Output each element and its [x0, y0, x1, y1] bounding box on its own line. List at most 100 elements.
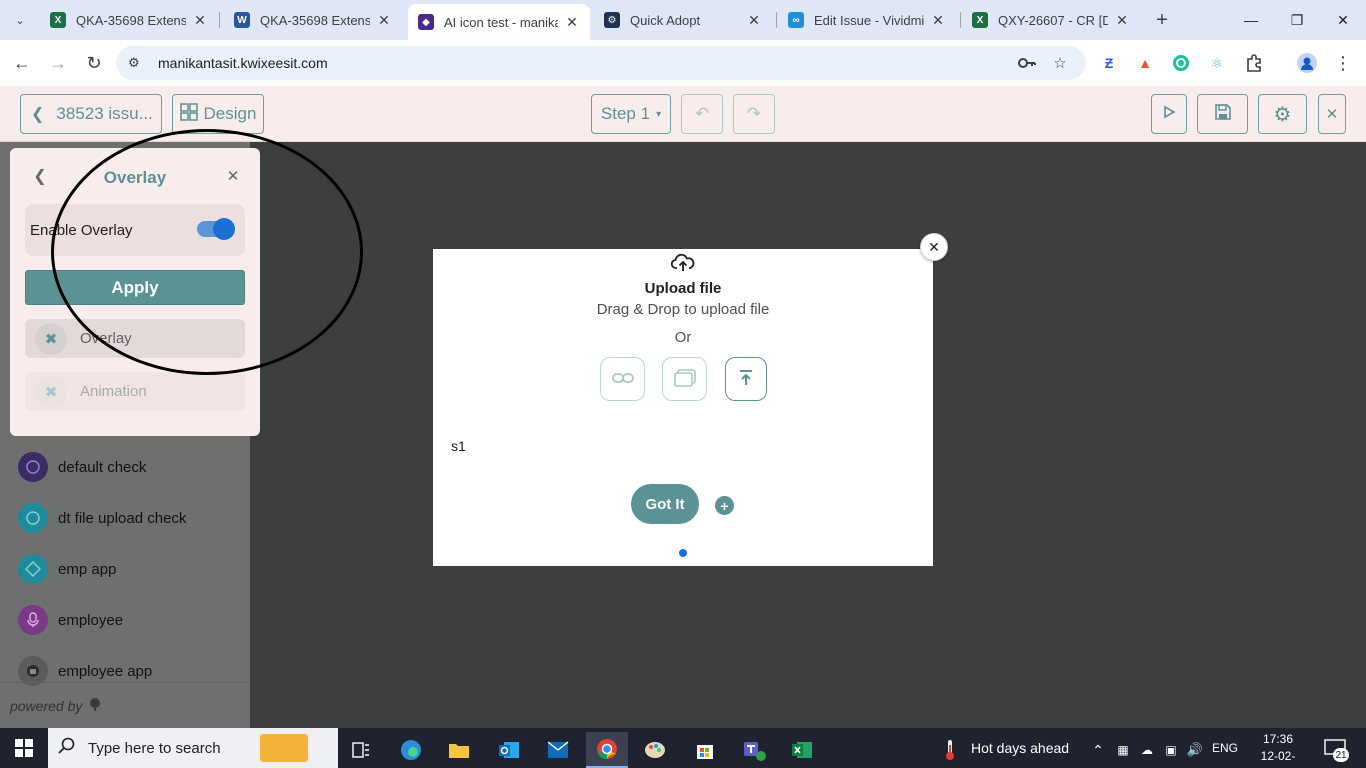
forward-arrow-icon[interactable]: → — [44, 49, 72, 77]
outlook-icon[interactable] — [488, 732, 530, 768]
enable-overlay-toggle[interactable] — [197, 218, 235, 240]
new-tab-button[interactable]: + — [1150, 8, 1174, 32]
menu-item-overlay[interactable]: ✖ Overlay — [25, 319, 245, 358]
microsoft-store-icon[interactable] — [684, 732, 726, 768]
tab-close-icon[interactable]: ✕ — [564, 14, 580, 31]
step-label: Step 1 — [600, 104, 651, 123]
edge-icon[interactable] — [390, 732, 432, 768]
sidebar-item-employee[interactable]: employee — [18, 605, 123, 635]
site-info-icon[interactable]: ⚙ — [128, 55, 146, 71]
sidebar-item-dt-file-upload-check[interactable]: dt file upload check — [18, 503, 186, 533]
undo-button[interactable]: ↶ — [681, 94, 723, 134]
address-bar[interactable]: ⚙ manikantasit.kwixeesit.com — [116, 46, 1086, 80]
browser-tab-3-active[interactable]: ◆ AI icon test - manikan ✕ — [408, 4, 590, 40]
sidebar-item-default-check[interactable]: default check — [18, 452, 146, 482]
app-icon: ◆ — [418, 14, 434, 30]
close-editor-button[interactable]: ✕ — [1318, 94, 1346, 134]
taskbar-search-box[interactable]: Type here to search — [48, 728, 338, 768]
excel-icon: X — [50, 12, 66, 28]
extension-grammar-icon[interactable] — [1170, 52, 1192, 74]
password-key-icon[interactable] — [1016, 52, 1038, 74]
design-button[interactable]: Design — [172, 94, 264, 134]
upload-folder-button[interactable] — [662, 357, 707, 401]
add-button[interactable]: + — [715, 496, 734, 515]
panel-header: ❮ Overlay ✕ — [10, 148, 260, 206]
browser-menu-icon[interactable]: ⋮ — [1332, 52, 1354, 74]
paint-icon[interactable] — [634, 732, 676, 768]
modal-close-button[interactable]: ✕ — [920, 233, 948, 261]
extension-a-icon[interactable]: ▲ — [1134, 52, 1156, 74]
clock[interactable]: 17:36 12-02-2025 — [1248, 731, 1308, 768]
step-dropdown[interactable]: Step 1 ▾ — [591, 94, 671, 134]
or-text: Or — [674, 329, 692, 346]
browser-tab-4[interactable]: ⚙ Quick Adopt ✕ — [594, 6, 772, 34]
tray-chevron-up-icon[interactable]: ⌃ — [1086, 732, 1110, 768]
upload-title: Upload file — [644, 280, 722, 297]
excel-taskbar-icon[interactable] — [781, 732, 823, 768]
windows-taskbar: Type here to search Hot days ahead ⌃ ▦ ☁… — [0, 728, 1366, 768]
profile-avatar-icon[interactable] — [1296, 52, 1318, 74]
back-to-issue-button[interactable]: ❮ 38523 issu... — [20, 94, 162, 134]
tab-close-icon[interactable]: ✕ — [192, 12, 208, 29]
upload-device-button[interactable] — [725, 357, 767, 401]
weather-thermometer-icon[interactable] — [932, 732, 968, 768]
word-icon: W — [234, 12, 250, 28]
sidebar-item-label: dt file upload check — [58, 509, 187, 527]
browser-tab-6[interactable]: X QXY-26607 - CR [DRD ✕ — [962, 6, 1140, 34]
settings-button[interactable]: ⚙ — [1258, 94, 1307, 134]
save-icon — [1214, 103, 1232, 126]
pagination-dot — [679, 549, 687, 557]
chrome-icon[interactable] — [586, 732, 628, 768]
restore-button[interactable]: ❐ — [1274, 0, 1320, 40]
window-close-button[interactable]: ✕ — [1320, 0, 1366, 40]
bookmark-star-icon[interactable]: ☆ — [1049, 52, 1071, 74]
tab-title: QKA-35698 Extension — [260, 12, 370, 28]
browser-tab-5[interactable]: ∞ Edit Issue - Vividminds ✕ — [778, 6, 956, 34]
network-icon[interactable]: ▣ — [1160, 732, 1182, 768]
tab-close-icon[interactable]: ✕ — [930, 12, 946, 29]
redo-button[interactable]: ↷ — [733, 94, 775, 134]
close-icon: ✕ — [1325, 106, 1339, 123]
menu-item-animation[interactable]: ✖ Animation — [25, 372, 245, 411]
volume-icon[interactable]: 🔊 — [1184, 732, 1206, 768]
minimize-button[interactable]: — — [1228, 0, 1274, 40]
language-indicator[interactable]: ENG — [1212, 728, 1238, 768]
outlook-mail-icon[interactable] — [537, 732, 579, 768]
teams-icon[interactable] — [733, 732, 775, 768]
tab-search-chevron-icon[interactable]: ⌄ — [8, 8, 32, 32]
apply-button[interactable]: Apply — [25, 270, 245, 305]
browser-tab-2[interactable]: W QKA-35698 Extension ✕ — [224, 6, 402, 34]
design-grid-icon — [179, 102, 198, 126]
extension-z-icon[interactable]: Ƶ — [1098, 52, 1120, 74]
tray-device-icon[interactable]: ▦ — [1112, 732, 1134, 768]
file-explorer-icon[interactable] — [438, 732, 480, 768]
sidebar-item-emp-app[interactable]: emp app — [18, 554, 116, 584]
panel-title: Overlay — [103, 168, 167, 187]
sidebar-item-label: employee app — [58, 662, 153, 680]
link-icon — [611, 372, 634, 387]
diamond-icon — [18, 554, 48, 584]
got-it-button[interactable]: Got It — [631, 484, 699, 524]
extension-react-icon[interactable]: ⚛ — [1206, 52, 1228, 74]
tab-close-icon[interactable]: ✕ — [376, 12, 392, 29]
back-arrow-icon[interactable]: ← — [8, 49, 36, 77]
save-button[interactable] — [1197, 94, 1248, 134]
clock-time: 17:36 — [1262, 732, 1294, 746]
browser-tab-1[interactable]: X QKA-35698 Extension ✕ — [40, 6, 218, 34]
upload-link-button[interactable] — [600, 357, 645, 401]
back-to-issue-label: 38523 issu... — [56, 104, 153, 123]
reload-icon[interactable]: ↻ — [80, 49, 108, 77]
folder-icon — [673, 368, 697, 391]
weather-text[interactable]: Hot days ahead — [971, 728, 1069, 768]
extensions-puzzle-icon[interactable] — [1243, 52, 1265, 74]
gear-icon: ⚙ — [604, 12, 620, 28]
clock-date: 12-02-2025 — [1260, 749, 1296, 768]
tab-close-icon[interactable]: ✕ — [746, 12, 762, 29]
tray-cloud-icon[interactable]: ☁ — [1136, 732, 1158, 768]
panel-close-icon[interactable]: ✕ — [224, 166, 242, 186]
tab-close-icon[interactable]: ✕ — [1114, 12, 1130, 29]
task-view-icon[interactable] — [340, 732, 382, 768]
preview-play-button[interactable] — [1151, 94, 1187, 134]
windows-start-icon[interactable] — [0, 728, 48, 768]
url-text[interactable]: manikantasit.kwixeesit.com — [158, 55, 328, 71]
